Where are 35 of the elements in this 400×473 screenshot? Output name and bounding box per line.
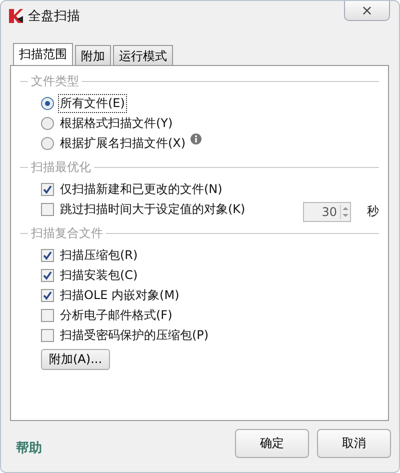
radio-button[interactable] — [41, 116, 54, 130]
dialog-button[interactable]: 取消 — [317, 429, 391, 458]
group-heading: 扫描复合文件 — [31, 224, 103, 242]
tab[interactable]: 扫描范围 — [13, 43, 73, 65]
option-label: 跳过扫描时间大于设定值的对象(K) — [59, 200, 246, 218]
option-label: 扫描受密码保护的压缩包(P) — [59, 326, 210, 344]
checkbox[interactable] — [41, 202, 54, 216]
checkbox[interactable] — [41, 308, 54, 322]
radio-button[interactable] — [41, 96, 54, 110]
option-label: 根据扩展名扫描文件(X) — [59, 134, 187, 152]
group-heading: 文件类型 — [31, 72, 79, 90]
option-label: 扫描压缩包(R) — [59, 246, 139, 264]
group-heading: 扫描最优化 — [31, 158, 91, 176]
checkbox[interactable] — [41, 248, 54, 262]
tab[interactable]: 附加 — [75, 45, 111, 65]
option-label: 扫描安装包(C) — [59, 266, 139, 284]
additional-button[interactable]: 附加(A)... — [41, 349, 110, 370]
logo-icon — [9, 9, 23, 23]
option-label: 根据格式扫描文件(Y) — [59, 114, 174, 132]
option-label: 扫描OLE 内嵌对象(M) — [59, 286, 180, 304]
window-title: 全盘扫描 — [28, 8, 80, 25]
unit-label: 秒 — [366, 203, 379, 220]
checkbox[interactable] — [41, 268, 54, 282]
checkbox[interactable] — [41, 288, 54, 302]
option-label: 分析电子邮件格式(F) — [59, 306, 174, 324]
help-link[interactable]: 帮助 — [16, 438, 42, 456]
info-icon[interactable] — [190, 133, 202, 145]
option-label: 仅扫描新建和已更改的文件(N) — [59, 180, 224, 198]
option-label: 所有文件(E) — [58, 94, 127, 112]
checkbox[interactable] — [41, 328, 54, 342]
checkbox[interactable] — [41, 182, 54, 196]
tab[interactable]: 运行模式 — [113, 45, 173, 65]
close-button[interactable]: × — [344, 1, 390, 21]
dialog-button[interactable]: 确定 — [235, 429, 309, 458]
radio-button[interactable] — [41, 136, 54, 150]
